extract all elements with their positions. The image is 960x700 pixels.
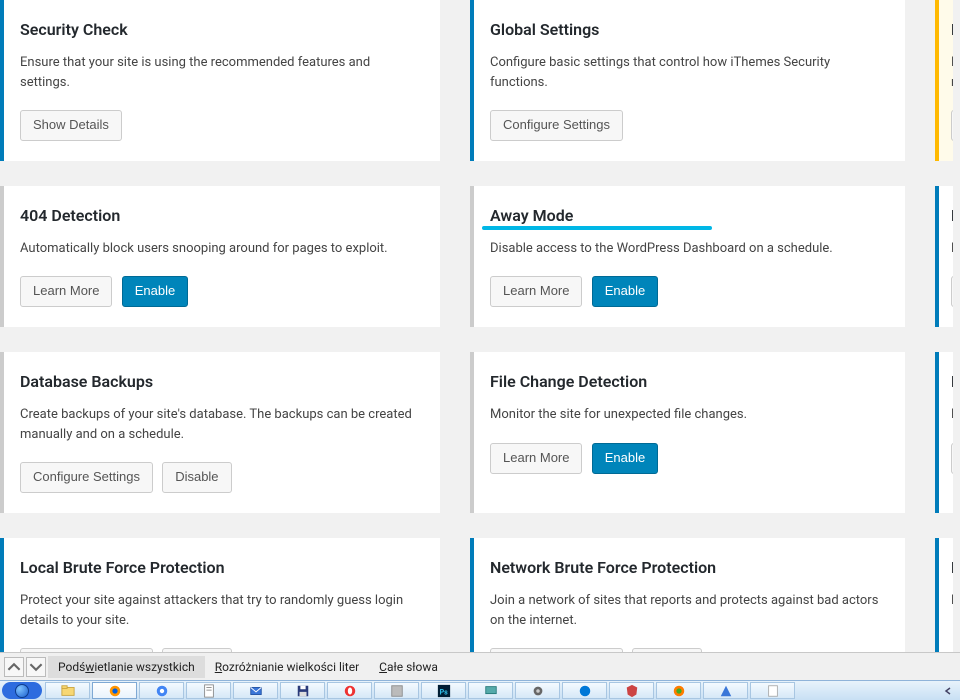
card-description: Ensure that your site is using the recom…	[20, 53, 420, 92]
text-file-icon	[202, 684, 216, 698]
card-database-backups: Database Backups Create backups of your …	[0, 352, 440, 513]
opera-icon	[343, 684, 357, 698]
learn-more-button[interactable]: Learn More	[20, 276, 112, 307]
enable-button[interactable]: Enable	[592, 276, 658, 307]
windows-taskbar: Ps	[0, 680, 960, 700]
firefox-icon	[108, 684, 122, 698]
system-tray	[936, 681, 960, 700]
learn-more-button[interactable]: Learn More	[490, 443, 582, 474]
chevron-up-icon	[7, 660, 21, 674]
card-description: Marel	[951, 53, 953, 92]
enable-button[interactable]: Enable	[122, 276, 188, 307]
taskbar-item-app[interactable]	[374, 682, 419, 699]
card-description: Lis	[951, 405, 953, 425]
windows-orb-icon	[15, 684, 29, 698]
card-title: 404 Detection	[20, 206, 420, 225]
card-title: Global Settings	[490, 20, 885, 39]
show-button-partial[interactable]: S	[951, 443, 953, 474]
taskbar-item-photoshop[interactable]: Ps	[421, 682, 466, 699]
floppy-disk-icon	[296, 684, 310, 698]
card-description: Join a network of sites that reports and…	[490, 591, 885, 630]
card-title: File Change Detection	[490, 372, 885, 391]
card-row: Security Check Ensure that your site is …	[0, 0, 960, 161]
chevron-down-icon	[29, 660, 43, 674]
card-title: Fil	[951, 372, 953, 391]
card-row: Database Backups Create backups of your …	[0, 352, 960, 513]
folder-icon	[61, 684, 75, 698]
disable-button[interactable]: Disable	[162, 462, 231, 493]
card-security-check: Security Check Ensure that your site is …	[0, 0, 440, 161]
start-button[interactable]	[2, 682, 42, 699]
shield-icon	[625, 684, 639, 698]
card-title: Pa	[951, 558, 953, 577]
find-next-button[interactable]	[26, 657, 46, 677]
card-description: Create backups of your site's database. …	[20, 405, 420, 444]
modules-grid: Security Check Ensure that your site is …	[0, 0, 960, 699]
card-notifications-partial: N Marel C	[935, 0, 953, 161]
taskbar-item-app6[interactable]	[703, 682, 748, 699]
card-description: Monitor the site for unexpected file cha…	[490, 405, 885, 425]
chevron-left-icon	[944, 687, 952, 695]
taskbar-item-thunderbird[interactable]	[233, 682, 278, 699]
card-description: Automatically block users snooping aroun…	[20, 239, 420, 259]
taskbar-item-firefox[interactable]	[92, 682, 137, 699]
svg-text:Ps: Ps	[439, 688, 448, 696]
card-title: Ba	[951, 206, 953, 225]
card-file-permissions-partial: Fil Lis S	[935, 352, 953, 513]
app-icon	[390, 684, 404, 698]
card-description: Ma	[951, 591, 953, 611]
card-title: Local Brute Force Protection	[20, 558, 420, 577]
card-banned-users-partial: Ba Bl C	[935, 186, 953, 327]
tray-expand-button[interactable]	[940, 683, 956, 699]
card-description: Disable access to the WordPress Dashboar…	[490, 239, 885, 259]
card-title: Database Backups	[20, 372, 420, 391]
configure-settings-button[interactable]: Configure Settings	[20, 462, 153, 493]
card-title: Security Check	[20, 20, 420, 39]
card-file-change-detection: File Change Detection Monitor the site f…	[470, 352, 905, 513]
taskbar-item-app7[interactable]	[750, 682, 795, 699]
card-description: Bl	[951, 239, 953, 259]
note-icon	[766, 684, 780, 698]
configure-button-partial[interactable]: C	[951, 276, 953, 307]
edge-icon	[578, 684, 592, 698]
triangle-icon	[719, 684, 733, 698]
globe-icon	[672, 684, 686, 698]
card-row: 404 Detection Automatically block users …	[0, 186, 960, 327]
learn-more-button[interactable]: Learn More	[490, 276, 582, 307]
configure-button-partial[interactable]: C	[951, 110, 953, 141]
taskbar-item-edge[interactable]	[562, 682, 607, 699]
chrome-icon	[155, 684, 169, 698]
card-away-mode: Away Mode Disable access to the WordPres…	[470, 186, 905, 327]
card-title: Away Mode	[490, 206, 885, 225]
highlight-annotation	[482, 226, 712, 230]
taskbar-item-app3[interactable]	[515, 682, 560, 699]
card-description: Configure basic settings that control ho…	[490, 53, 885, 92]
find-highlight-all-toggle[interactable]: Podświetlanie wszystkich	[48, 656, 205, 678]
card-404-detection: 404 Detection Automatically block users …	[0, 186, 440, 327]
taskbar-item-chrome[interactable]	[139, 682, 184, 699]
taskbar-item-explorer[interactable]	[45, 682, 90, 699]
mail-icon	[249, 684, 263, 698]
find-whole-words-toggle[interactable]: Całe słowa	[369, 656, 448, 678]
configure-settings-button[interactable]: Configure Settings	[490, 110, 623, 141]
enable-button[interactable]: Enable	[592, 443, 658, 474]
find-match-case-toggle[interactable]: Rozróżnianie wielkości liter	[205, 656, 369, 678]
taskbar-item-app2[interactable]	[468, 682, 513, 699]
card-global-settings: Global Settings Configure basic settings…	[470, 0, 905, 161]
show-details-button[interactable]: Show Details	[20, 110, 122, 141]
card-title: Network Brute Force Protection	[490, 558, 885, 577]
find-bar: Podświetlanie wszystkich Rozróżnianie wi…	[0, 652, 960, 680]
taskbar-item-opera[interactable]	[327, 682, 372, 699]
monitor-icon	[484, 684, 498, 698]
card-title: N	[951, 20, 953, 39]
photoshop-icon: Ps	[437, 684, 451, 698]
gear-icon	[531, 684, 545, 698]
card-description: Protect your site against attackers that…	[20, 591, 420, 630]
find-prev-button[interactable]	[4, 657, 24, 677]
taskbar-item-notepad[interactable]	[186, 682, 231, 699]
taskbar-item-app5[interactable]	[656, 682, 701, 699]
taskbar-item-save[interactable]	[280, 682, 325, 699]
taskbar-item-app4[interactable]	[609, 682, 654, 699]
